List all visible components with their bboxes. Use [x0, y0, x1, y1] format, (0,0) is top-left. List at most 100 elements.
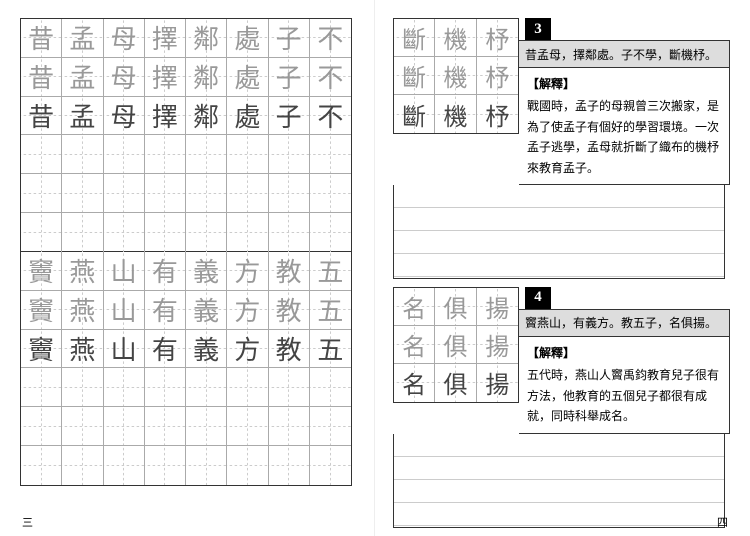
grid-cell: 母 [104, 58, 145, 96]
grid-cell [227, 213, 268, 252]
grid-cell [269, 407, 310, 445]
grid-cell: 五 [310, 330, 351, 368]
grid-cell: 孟 [62, 97, 103, 135]
grid-cell: 不 [310, 58, 351, 96]
grid-cell [227, 135, 268, 173]
grid-cell: 不 [310, 97, 351, 135]
grid-cell [227, 368, 268, 406]
grid-cell: 山 [104, 252, 145, 290]
grid-cell: 義 [186, 330, 227, 368]
explanation-title: 【解釋】 [527, 343, 721, 363]
grid-cell: 子 [269, 97, 310, 135]
grid-cell: 杼 [477, 57, 518, 94]
grid-cell: 處 [227, 97, 268, 135]
section-number-badge: 4 [525, 287, 551, 309]
grid-cell [310, 135, 351, 173]
grid-cell [21, 368, 62, 406]
grid-cell: 燕 [62, 291, 103, 329]
grid-cell [62, 407, 103, 445]
practice-grid: 竇燕山有義方教五竇燕山有義方教五竇燕山有義方教五 [20, 252, 352, 486]
grid-cell [227, 407, 268, 445]
grid-cell [310, 174, 351, 212]
grid-cell [186, 135, 227, 173]
grid-cell: 教 [269, 252, 310, 290]
grid-cell [62, 213, 103, 252]
practice-grid: 昔孟母擇鄰處子不昔孟母擇鄰處子不昔孟母擇鄰處子不 [20, 18, 352, 252]
grid-cell: 擇 [145, 19, 186, 57]
section-number-badge: 3 [525, 18, 551, 40]
grid-cell: 擇 [145, 97, 186, 135]
grid-cell: 杼 [477, 19, 518, 56]
grid-cell [269, 135, 310, 173]
grid-cell [62, 446, 103, 485]
grid-cell: 機 [435, 19, 476, 56]
explanation-section: 名俱揚名俱揚名俱揚4竇燕山，有義方。教五子，名俱揚。【解釋】五代時，燕山人竇禹鈞… [393, 287, 730, 528]
grid-cell: 處 [227, 19, 268, 57]
grid-cell: 方 [227, 330, 268, 368]
left-page-number: 三 [22, 514, 33, 530]
writing-lines [393, 434, 725, 528]
grid-cell: 昔 [21, 19, 62, 57]
grid-cell: 山 [104, 330, 145, 368]
grid-cell: 教 [269, 291, 310, 329]
grid-cell: 名 [394, 288, 435, 325]
grid-cell [310, 368, 351, 406]
grid-cell: 母 [104, 19, 145, 57]
grid-cell: 義 [186, 252, 227, 290]
grid-cell: 機 [435, 57, 476, 94]
grid-cell: 燕 [62, 330, 103, 368]
grid-cell [269, 368, 310, 406]
grid-cell [310, 213, 351, 252]
grid-cell: 名 [394, 364, 435, 402]
grid-cell: 子 [269, 58, 310, 96]
grid-cell [186, 174, 227, 212]
grid-cell [227, 174, 268, 212]
grid-cell: 機 [435, 95, 476, 133]
grid-cell [62, 368, 103, 406]
grid-cell: 竇 [21, 252, 62, 290]
explanation-text: 戰國時，孟子的母親曾三次搬家，是為了使孟子有個好的學習環境。一次孟子逃學，孟母就… [527, 96, 721, 178]
grid-cell: 有 [145, 252, 186, 290]
grid-cell: 擇 [145, 58, 186, 96]
grid-cell: 杼 [477, 95, 518, 133]
grid-cell [186, 368, 227, 406]
grid-cell [145, 174, 186, 212]
writing-lines [393, 185, 725, 279]
grid-cell: 俱 [435, 288, 476, 325]
grid-cell: 鄰 [186, 97, 227, 135]
grid-cell [145, 135, 186, 173]
grid-cell [145, 407, 186, 445]
right-page-number: 四 [717, 514, 728, 530]
grid-cell [21, 174, 62, 212]
grid-cell: 母 [104, 97, 145, 135]
grid-cell: 孟 [62, 19, 103, 57]
grid-cell: 方 [227, 291, 268, 329]
grid-cell [310, 407, 351, 445]
verse-header: 竇燕山，有義方。教五子，名俱揚。 [519, 309, 730, 337]
grid-cell: 俱 [435, 364, 476, 402]
grid-cell: 孟 [62, 58, 103, 96]
grid-cell [62, 135, 103, 173]
explanation-section: 斷機杼斷機杼斷機杼3昔孟母，擇鄰處。子不學，斷機杼。【解釋】戰國時，孟子的母親曾… [393, 18, 730, 279]
grid-cell: 竇 [21, 291, 62, 329]
grid-cell: 俱 [435, 326, 476, 363]
grid-cell: 鄰 [186, 19, 227, 57]
grid-cell: 有 [145, 330, 186, 368]
grid-cell [310, 446, 351, 485]
grid-cell: 燕 [62, 252, 103, 290]
grid-cell [145, 446, 186, 485]
grid-cell: 有 [145, 291, 186, 329]
right-page: 斷機杼斷機杼斷機杼3昔孟母，擇鄰處。子不學，斷機杼。【解釋】戰國時，孟子的母親曾… [375, 0, 750, 536]
grid-cell: 昔 [21, 58, 62, 96]
grid-cell: 處 [227, 58, 268, 96]
grid-cell: 不 [310, 19, 351, 57]
explanation-text: 五代時，燕山人竇禹鈞教育兒子很有方法，他教育的五個兒子都很有成就，同時科舉成名。 [527, 365, 721, 426]
grid-cell: 五 [310, 252, 351, 290]
grid-cell [21, 135, 62, 173]
grid-cell [269, 446, 310, 485]
grid-cell [104, 135, 145, 173]
grid-cell [62, 174, 103, 212]
grid-cell: 教 [269, 330, 310, 368]
grid-cell [186, 446, 227, 485]
grid-cell [145, 368, 186, 406]
